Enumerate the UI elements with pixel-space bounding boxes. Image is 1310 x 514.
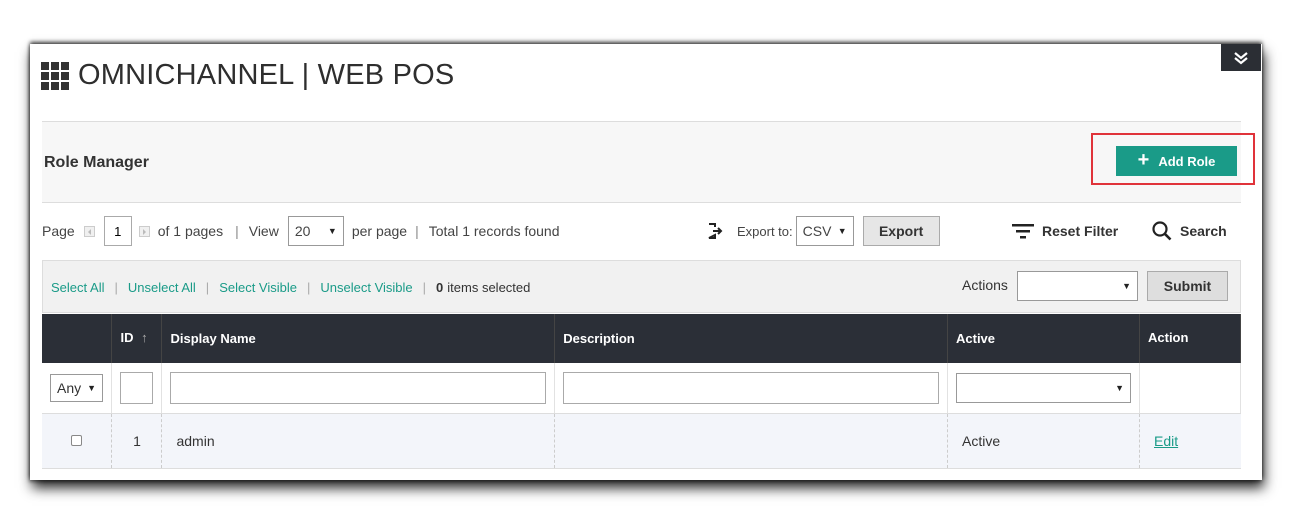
caret-down-icon: ▼	[1115, 382, 1124, 393]
caret-down-icon: ▼	[837, 226, 847, 236]
roles-table: ID ↑ Display Name Description Active Act…	[42, 314, 1241, 469]
app-title: OMNICHANNEL | WEB POS	[41, 59, 454, 92]
caret-down-icon: ▼	[327, 226, 337, 236]
row-id: 1	[111, 413, 163, 469]
select-column-header	[42, 314, 113, 363]
caret-down-icon: ▼	[87, 382, 96, 393]
export-to-label: Export to:	[737, 223, 793, 239]
page-title: Role Manager	[44, 154, 149, 171]
page-number-input[interactable]	[103, 216, 132, 246]
submit-button[interactable]: Submit	[1147, 271, 1228, 301]
prev-page-icon[interactable]	[83, 225, 95, 237]
export-format-select[interactable]: CSV ▼	[795, 216, 854, 246]
app-window: OMNICHANNEL | WEB POS Role Manager + Add…	[30, 44, 1262, 480]
active-filter-select[interactable]: ▼	[956, 372, 1131, 403]
column-header-display-name[interactable]: Display Name	[161, 314, 556, 363]
search-label: Search	[1180, 223, 1227, 239]
export-controls: Export to: CSV ▼ Export	[707, 216, 940, 246]
id-filter-input[interactable]	[120, 371, 154, 404]
separator: |	[415, 223, 419, 239]
selected-suffix: items selected	[447, 280, 531, 295]
separator: |	[422, 280, 427, 295]
page-header: Role Manager + Add Role	[42, 121, 1241, 203]
select-visible-link[interactable]: Select Visible	[219, 280, 297, 295]
column-header-description[interactable]: Description	[554, 314, 948, 363]
unselect-all-link[interactable]: Unselect All	[128, 280, 196, 295]
per-page-label: per page	[351, 223, 408, 239]
display-name-filter-input[interactable]	[170, 371, 547, 404]
actions-label: Actions	[962, 277, 1008, 293]
separator: |	[205, 280, 210, 295]
next-page-icon[interactable]	[138, 225, 150, 237]
select-filter[interactable]: Any ▼	[50, 373, 103, 402]
column-header-id[interactable]: ID ↑	[111, 314, 163, 363]
grid-toolbar: Page of 1 pages | View 20 ▼ per page | T…	[42, 216, 1241, 252]
select-all-link[interactable]: Select All	[51, 280, 104, 295]
per-page-select[interactable]: 20 ▼	[287, 216, 344, 246]
description-filter-input[interactable]	[563, 371, 939, 404]
row-description	[554, 413, 948, 469]
column-header-action: Action	[1139, 314, 1241, 363]
filter-icon	[1012, 224, 1034, 239]
reset-filter-button[interactable]: Reset Filter	[1012, 216, 1118, 246]
table-row: 1 admin Active Edit	[42, 413, 1241, 469]
column-header-active[interactable]: Active	[947, 314, 1140, 363]
view-label: View	[248, 223, 279, 239]
table-header-row: ID ↑ Display Name Description Active Act…	[42, 314, 1241, 363]
selection-links: Select All | Unselect All | Select Visib…	[51, 280, 530, 295]
add-role-highlight	[1091, 133, 1255, 185]
unselect-visible-link[interactable]: Unselect Visible	[320, 280, 412, 295]
separator: |	[235, 223, 239, 239]
search-button[interactable]: Search	[1152, 216, 1227, 246]
row-checkbox[interactable]	[71, 435, 83, 446]
per-page-value: 20	[294, 223, 311, 239]
export-button[interactable]: Export	[862, 216, 940, 246]
select-filter-value: Any	[57, 379, 82, 396]
app-title-text: OMNICHANNEL | WEB POS	[78, 59, 455, 91]
filter-row: Any ▼ ▼	[42, 363, 1241, 414]
actions-select[interactable]: ▼	[1017, 271, 1138, 301]
massaction-bar: Select All | Unselect All | Select Visib…	[42, 260, 1241, 313]
search-icon	[1152, 221, 1172, 241]
page-label: Page	[42, 223, 75, 239]
caret-down-icon: ▼	[1122, 281, 1131, 291]
row-display-name: admin	[161, 413, 556, 469]
export-format-value: CSV	[802, 223, 832, 239]
sort-arrow-icon: ↑	[141, 330, 148, 345]
separator: |	[307, 280, 311, 295]
edit-link[interactable]: Edit	[1154, 433, 1178, 449]
export-icon	[708, 223, 723, 239]
pager: Page of 1 pages | View 20 ▼ per page | T…	[42, 216, 560, 246]
row-active: Active	[947, 413, 1140, 469]
reset-filter-label: Reset Filter	[1042, 223, 1119, 239]
separator: |	[114, 280, 118, 295]
of-pages-text: of 1 pages	[157, 223, 224, 239]
total-records-text: Total 1 records found	[428, 223, 560, 239]
collapse-toggle-button[interactable]	[1221, 44, 1261, 71]
selected-count: 0	[436, 280, 444, 295]
app-grid-icon[interactable]	[41, 61, 69, 90]
double-chevron-down-icon	[1234, 51, 1248, 64]
